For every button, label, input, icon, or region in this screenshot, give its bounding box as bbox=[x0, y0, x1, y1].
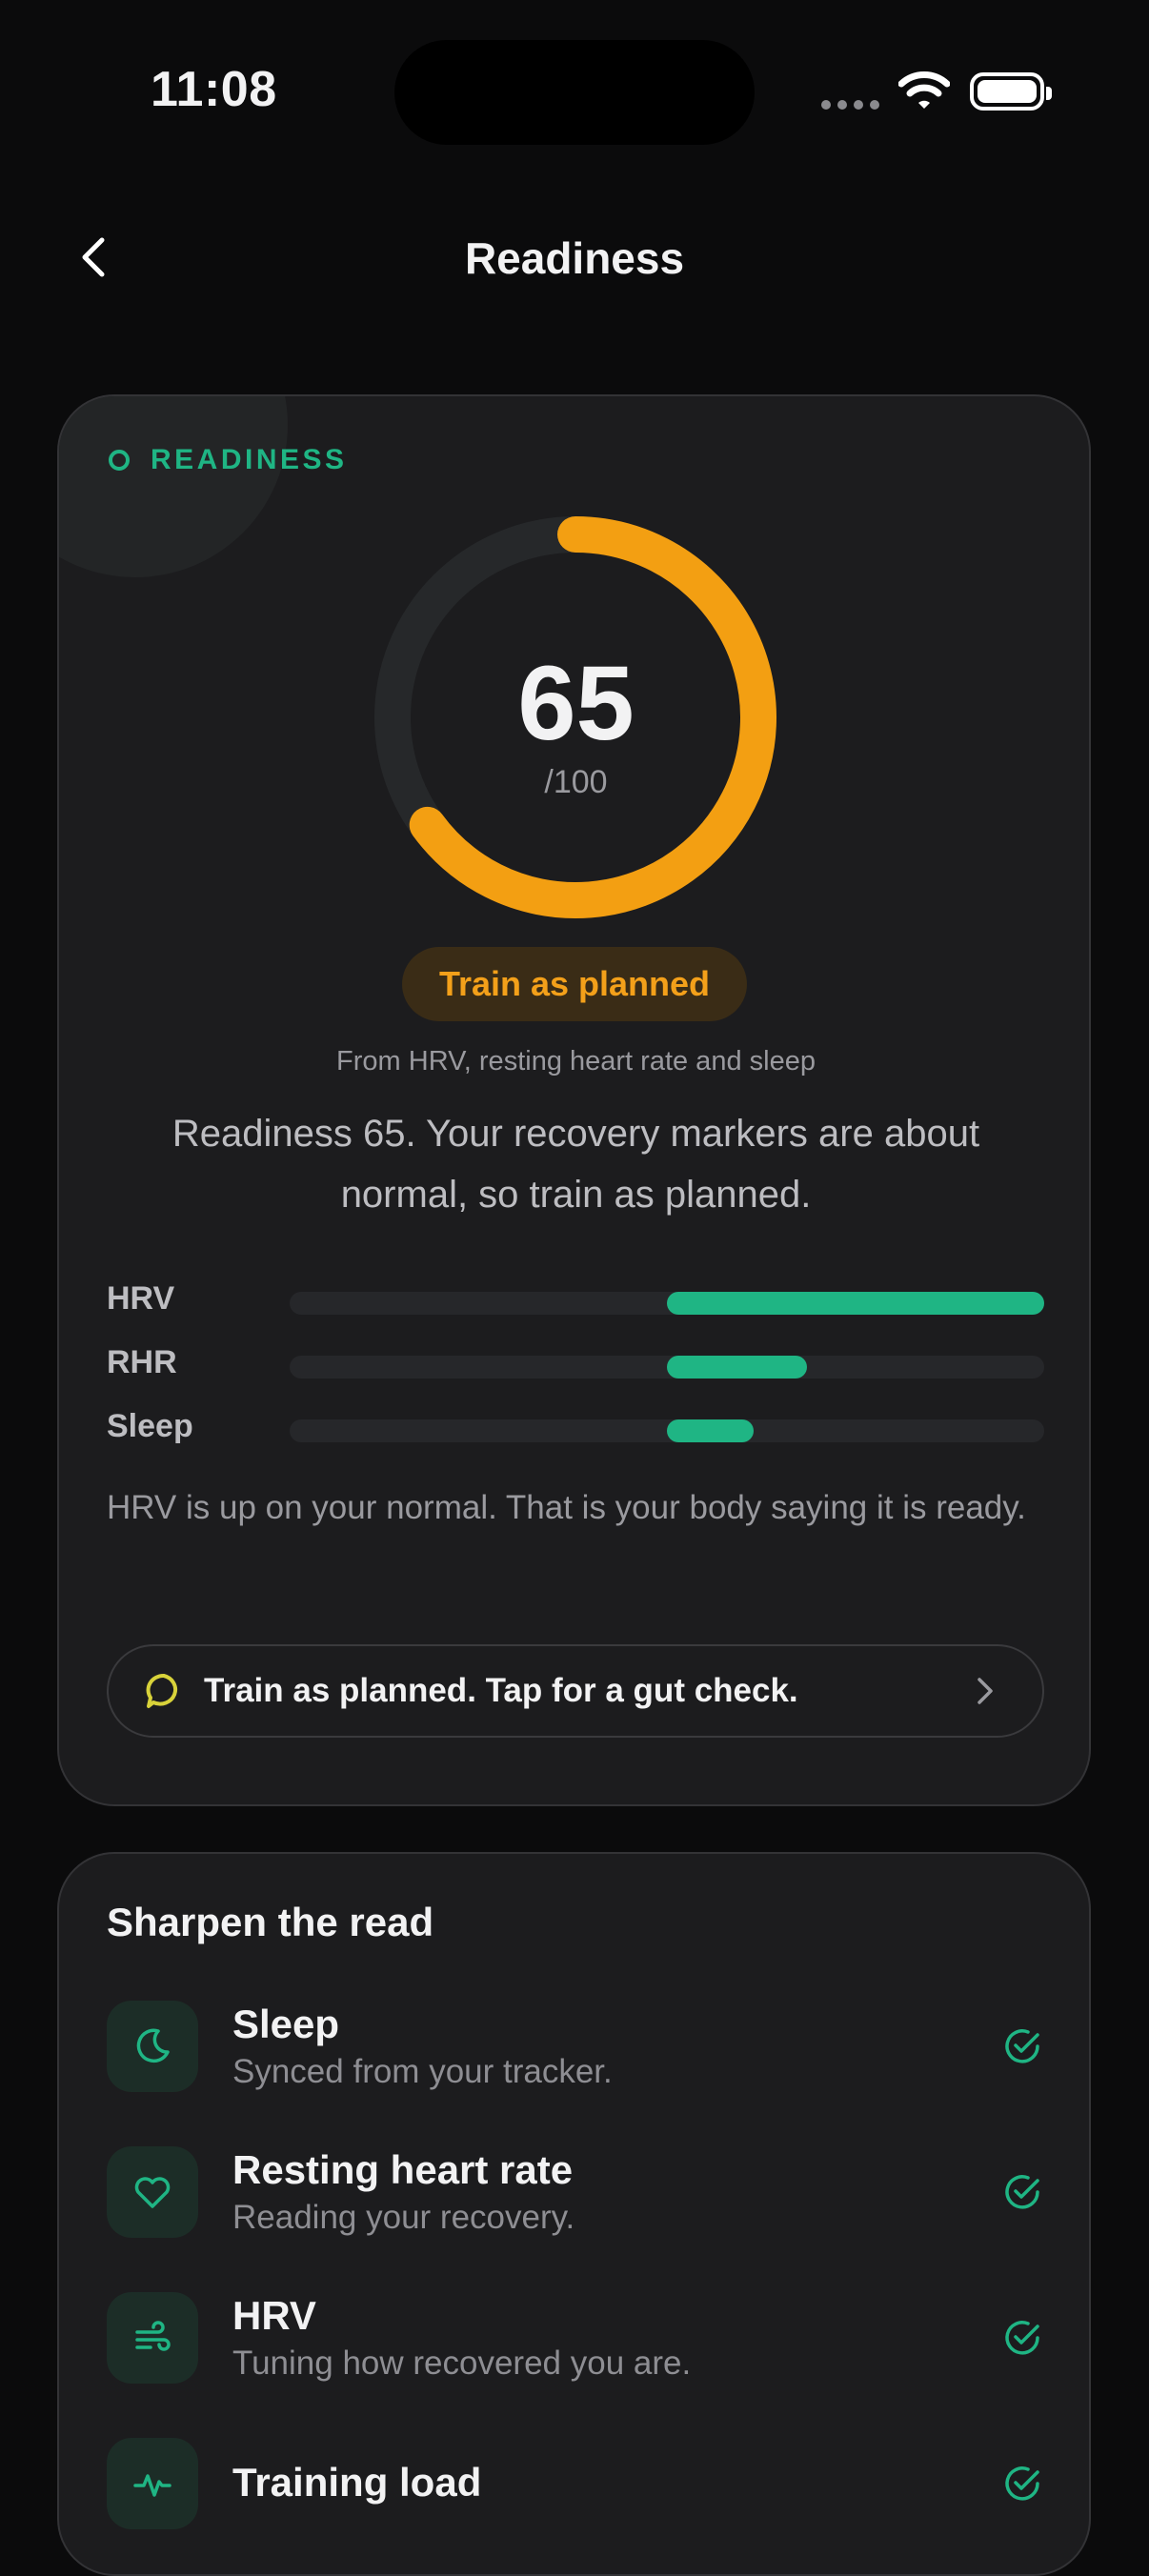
section-title: Sharpen the read bbox=[107, 1900, 434, 1944]
pulse-icon bbox=[107, 2438, 198, 2529]
metric-bar-sleep bbox=[667, 1419, 755, 1442]
metric-track-rhr bbox=[290, 1356, 1044, 1379]
source-caption: From HRV, resting heart rate and sleep bbox=[336, 1046, 816, 1077]
metric-bar-hrv bbox=[667, 1292, 1044, 1315]
moon-icon bbox=[107, 2001, 198, 2092]
battery-icon bbox=[970, 72, 1052, 111]
metric-bar-rhr bbox=[667, 1356, 807, 1379]
gut-check-button[interactable]: Train as planned. Tap for a gut check. bbox=[107, 1644, 1044, 1738]
list-item-training-load[interactable]: Training load bbox=[107, 2436, 1045, 2531]
list-item-subtitle: Tuning how recovered you are. bbox=[232, 2345, 692, 2382]
list-item-sleep[interactable]: Sleep Synced from your tracker. bbox=[107, 1999, 1045, 2094]
metric-track-hrv bbox=[290, 1292, 1044, 1315]
wind-icon bbox=[107, 2292, 198, 2384]
list-item-title: Sleep bbox=[232, 2002, 340, 2046]
metric-label-hrv: HRV bbox=[107, 1280, 175, 1317]
insight-text: HRV is up on your normal. That is your b… bbox=[107, 1489, 1026, 1526]
dot-icon bbox=[109, 450, 130, 471]
readiness-score: 65 bbox=[517, 645, 635, 762]
readiness-summary: Readiness 65. Your recovery markers are … bbox=[171, 1113, 980, 1216]
check-circle-icon bbox=[1005, 2466, 1039, 2501]
list-item-title: Training load bbox=[232, 2460, 482, 2505]
check-circle-icon bbox=[1005, 2029, 1039, 2063]
dynamic-island bbox=[394, 40, 755, 145]
status-badge: Train as planned bbox=[402, 947, 747, 1021]
sharpen-card: Sharpen the read Sleep Synced from your … bbox=[57, 1852, 1091, 2576]
check-circle-icon bbox=[1005, 2321, 1039, 2355]
check-circle-icon bbox=[1005, 2175, 1039, 2209]
readiness-score-max: /100 bbox=[544, 764, 608, 800]
list-item-hrv[interactable]: HRV Tuning how recovered you are. bbox=[107, 2290, 1045, 2385]
status-time: 11:08 bbox=[151, 62, 277, 117]
list-item-resting-heart-rate[interactable]: Resting heart rate Reading your recovery… bbox=[107, 2144, 1045, 2240]
metric-label-sleep: Sleep bbox=[107, 1408, 193, 1444]
chat-bubble-icon bbox=[146, 1673, 178, 1708]
chevron-right-icon bbox=[978, 1678, 993, 1704]
metric-label-rhr: RHR bbox=[107, 1344, 177, 1380]
card-decoration bbox=[59, 396, 288, 577]
page-title: Readiness bbox=[464, 233, 685, 283]
signal-icon bbox=[821, 100, 879, 110]
heart-icon bbox=[107, 2146, 198, 2238]
wifi-icon bbox=[898, 71, 950, 109]
gut-check-label: Train as planned. Tap for a gut check. bbox=[204, 1672, 798, 1709]
list-item-subtitle: Synced from your tracker. bbox=[232, 2053, 613, 2090]
eyebrow-label: READINESS bbox=[151, 444, 348, 475]
readiness-eyebrow: READINESS bbox=[109, 444, 348, 476]
list-item-title: HRV bbox=[232, 2293, 316, 2338]
list-item-subtitle: Reading your recovery. bbox=[232, 2199, 575, 2236]
list-item-title: Resting heart rate bbox=[232, 2147, 574, 2192]
readiness-card: READINESS 65 /100 Train as planned From … bbox=[57, 394, 1091, 1806]
metric-track-sleep bbox=[290, 1419, 1044, 1442]
